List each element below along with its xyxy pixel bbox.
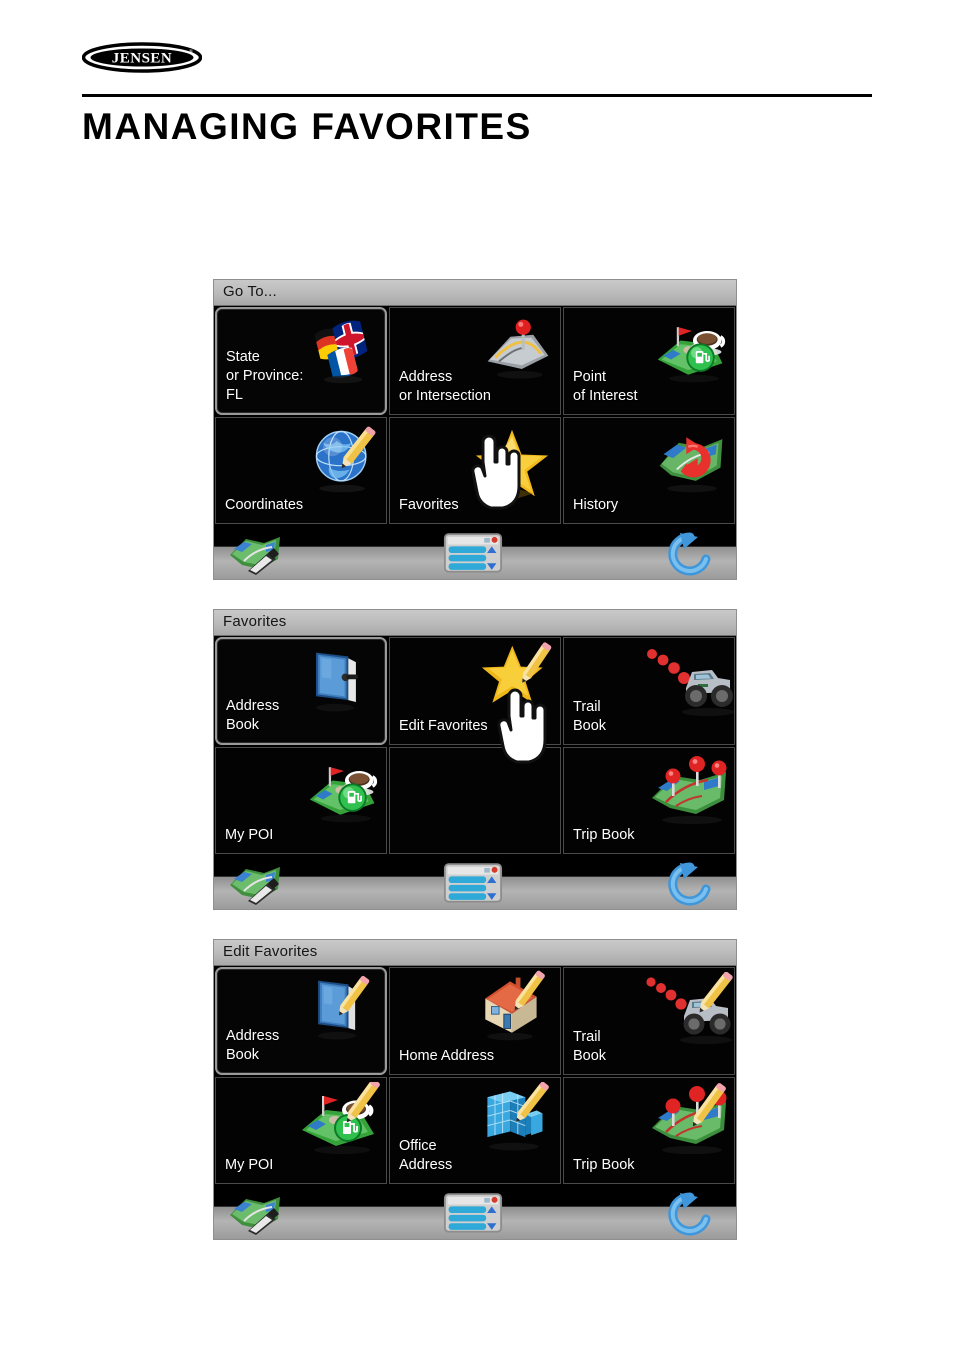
history-map-icon: [654, 422, 730, 498]
gps-screen-go-to: Go To... State or Province: FL Address o…: [213, 279, 737, 580]
tile-label: Address Book: [226, 697, 280, 733]
tile-my-poi[interactable]: My POI: [215, 1076, 387, 1184]
globe-pencil-icon: [306, 422, 382, 498]
map-icon[interactable]: [226, 531, 286, 577]
menu-list-icon[interactable]: [443, 1189, 503, 1235]
back-arrow-icon[interactable]: [660, 531, 720, 577]
trip-map-pencil-icon: [646, 1082, 734, 1160]
titlebar-label: Edit Favorites: [223, 943, 318, 960]
tile-favorites[interactable]: Favorites: [389, 416, 561, 524]
tile-label: History: [573, 497, 619, 513]
tile-office-address[interactable]: Office Address: [389, 1076, 561, 1184]
titlebar-label: Favorites: [223, 613, 287, 630]
menu-list-icon[interactable]: [443, 529, 503, 575]
back-arrow-icon[interactable]: [660, 1191, 720, 1237]
screen-titlebar: Favorites: [214, 610, 736, 636]
menu-list-icon[interactable]: [443, 859, 503, 905]
gps-screen-favorites: Favorites Address Book Edit Favorites Tr…: [213, 609, 737, 910]
tile-trip-book[interactable]: Trip Book: [563, 1076, 735, 1184]
tile-label: Trip Book: [573, 1157, 635, 1173]
tile-edit-favorites[interactable]: Edit Favorites: [389, 637, 561, 745]
book-icon: [297, 645, 373, 721]
poi-icon: [306, 752, 382, 828]
tile-label: Address or Intersection: [399, 368, 491, 404]
tile-label: Office Address: [399, 1138, 453, 1173]
map-icon[interactable]: [226, 1191, 286, 1237]
star-icon: [474, 426, 550, 502]
screen-titlebar: Edit Favorites: [214, 940, 736, 966]
tile-grid: Address Book: [214, 636, 736, 855]
tile-state-or-province[interactable]: State or Province: FL: [215, 307, 387, 415]
svg-text:JENSEN: JENSEN: [112, 51, 173, 67]
tile-label: Trail Book: [573, 1028, 607, 1064]
tile-address-or-intersection[interactable]: Address or Intersection: [389, 307, 561, 415]
tile-trip-book[interactable]: Trip Book: [563, 746, 735, 854]
office-pencil-icon: [476, 1081, 552, 1158]
screen-toolbar: [214, 856, 736, 909]
tile-home-address[interactable]: Home Address: [389, 967, 561, 1075]
tile-address-book[interactable]: Address Book: [215, 637, 387, 745]
star-pencil-icon: [480, 640, 556, 716]
poi-icon: [654, 312, 730, 388]
tile-trail-book[interactable]: Trail Book: [563, 637, 735, 745]
tile-label: Trail Book: [573, 698, 607, 734]
tile-address-book[interactable]: Address Book: [215, 967, 387, 1075]
screen-toolbar: [214, 1186, 736, 1239]
tile-label: Coordinates: [225, 497, 304, 513]
tile-label: Point of Interest: [573, 368, 638, 404]
tile-label: State or Province: FL: [226, 348, 304, 403]
titlebar-label: Go To...: [223, 283, 277, 300]
screen-toolbar: [214, 526, 736, 579]
jensen-logo: JENSEN ®: [82, 42, 202, 78]
back-arrow-icon[interactable]: [660, 861, 720, 907]
map-icon[interactable]: [226, 861, 286, 907]
tile-grid: Address Book: [214, 966, 736, 1185]
tile-label: Edit Favorites: [399, 717, 488, 734]
trip-map-pins-icon: [646, 752, 734, 830]
tile-label: Trip Book: [573, 827, 635, 843]
tile-grid: State or Province: FL Address or Interse…: [214, 306, 736, 525]
tile-label: Address Book: [226, 1027, 280, 1063]
page-title: MANAGING FAVORITES: [82, 106, 532, 147]
tile-coordinates[interactable]: Coordinates: [215, 416, 387, 524]
house-pencil-icon: [472, 970, 548, 1046]
flags-icon: [305, 313, 381, 389]
tile-point-of-interest[interactable]: Point of Interest: [563, 307, 735, 415]
tile-label: My POI: [225, 827, 274, 843]
jeep-pencil-icon: [646, 972, 734, 1050]
tile-my-poi[interactable]: My POI: [215, 746, 387, 854]
tile-label: My POI: [225, 1157, 274, 1173]
tile-history[interactable]: History: [563, 416, 735, 524]
document-page: JENSEN ® MANAGING FAVORITES Go To... Sta…: [0, 0, 954, 1345]
tile-empty-slot: [389, 746, 561, 854]
tile-label: Favorites: [399, 497, 459, 513]
svg-text:®: ®: [189, 48, 193, 55]
tile-label: Home Address: [399, 1047, 495, 1064]
road-pin-icon: [480, 312, 556, 388]
poi-pencil-icon: [298, 1081, 386, 1160]
screen-titlebar: Go To...: [214, 280, 736, 306]
tile-trail-book[interactable]: Trail Book: [563, 967, 735, 1075]
book-pencil-icon: [301, 973, 377, 1049]
header-divider: [82, 94, 872, 97]
jeep-trail-icon: [646, 642, 734, 720]
gps-screen-edit-favorites: Edit Favorites Address Book Home Address…: [213, 939, 737, 1240]
